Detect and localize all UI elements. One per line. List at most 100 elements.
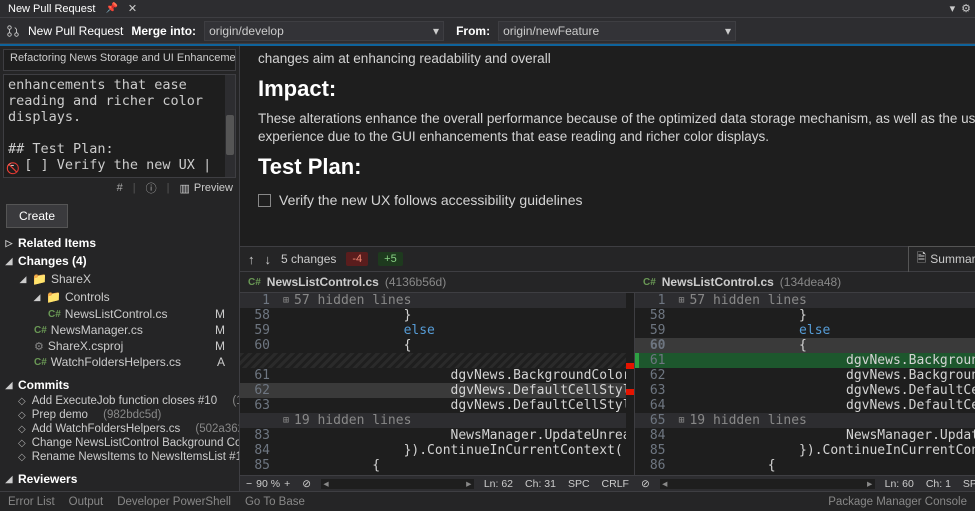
tab-error-list[interactable]: Error List xyxy=(8,496,55,508)
commit-row[interactable]: ◇Add ExecuteJob function closes #10 (134… xyxy=(0,394,239,408)
create-button[interactable]: Create xyxy=(6,204,68,228)
deletions-badge: -4 xyxy=(346,252,368,266)
chevron-down-icon[interactable]: ◢ xyxy=(4,256,14,267)
tab-powershell[interactable]: Developer PowerShell xyxy=(117,496,231,508)
commit-icon: ◇ xyxy=(18,410,26,421)
fold-icon[interactable]: ⊞ xyxy=(673,293,689,308)
diff-right-filename: NewsListControl.cs xyxy=(662,275,774,289)
commit-icon: ◇ xyxy=(18,438,26,449)
reviewers-header[interactable]: ◢Reviewers xyxy=(0,470,239,488)
related-items-header[interactable]: ▷Related Items xyxy=(0,234,239,252)
file-row[interactable]: C#NewsManager.csM xyxy=(0,322,239,338)
indent-indicator[interactable]: SPC xyxy=(957,478,975,490)
commit-icon: ◇ xyxy=(18,452,26,463)
new-pr-label: New Pull Request xyxy=(28,24,123,38)
checkbox[interactable] xyxy=(258,194,271,207)
chevron-down-icon[interactable]: ◢ xyxy=(18,274,28,285)
additions-badge: +5 xyxy=(378,252,403,266)
line-indicator[interactable]: Ln: 60 xyxy=(879,478,920,490)
side-tree: ▷Related Items ◢Changes (4) ◢📁ShareX ◢📁C… xyxy=(0,234,239,491)
commit-row[interactable]: ◇Change NewsListControl Background Color… xyxy=(0,436,239,450)
fold-icon[interactable]: ⊞ xyxy=(278,293,294,308)
preview-paragraph: changes aim at enhancing readability and… xyxy=(258,50,975,68)
from-select[interactable]: origin/newFeature ▾ xyxy=(498,21,736,41)
chevron-down-icon[interactable]: ◢ xyxy=(4,380,14,391)
chevron-down-icon[interactable]: ◢ xyxy=(32,292,42,303)
scrollbar[interactable] xyxy=(225,75,235,177)
csharp-icon: C# xyxy=(48,309,61,320)
file-row[interactable]: C#WatchFoldersHelpers.csA xyxy=(0,354,239,370)
checklist-item: Verify the new UX follows accessibility … xyxy=(258,192,975,208)
tab-output[interactable]: Output xyxy=(69,496,104,508)
gear-icon[interactable]: ⚙ xyxy=(961,2,971,15)
window-titlebar: New Pull Request 📌 ✕ ▾ ⚙ xyxy=(0,0,975,18)
indent-indicator[interactable]: SPC xyxy=(562,478,596,490)
error-icon[interactable]: ⊘ xyxy=(635,478,656,490)
file-row[interactable]: C#NewsListControl.csM xyxy=(0,306,239,322)
from-value: origin/newFeature xyxy=(503,24,599,38)
chevron-down-icon[interactable]: ◢ xyxy=(4,474,14,485)
diff-body: 1⊞57 hidden lines 58 } 59 elseelse 60 { … xyxy=(240,293,975,475)
diff-right-hash: (134dea48) xyxy=(780,275,841,289)
preview-toggle[interactable]: ▥ Preview xyxy=(179,182,233,195)
diff-right-pane[interactable]: 1⊞57 hidden lines 58 } 59 else 60 { 61 d… xyxy=(635,293,975,475)
changes-header[interactable]: ◢Changes (4) xyxy=(0,252,239,270)
document-icon: 🗎 xyxy=(917,249,927,270)
file-status: M xyxy=(215,323,235,337)
horizontal-scrollbar[interactable]: ◂▸ xyxy=(660,479,875,489)
pr-description-textarea[interactable]: enhancements that ease reading and riche… xyxy=(3,74,236,178)
pull-request-icon xyxy=(6,24,20,38)
tab-go-to-base[interactable]: Go To Base xyxy=(245,496,305,508)
hash-icon[interactable]: # xyxy=(117,182,123,194)
fold-icon[interactable]: ⊞ xyxy=(673,413,689,428)
chevron-down-icon: ▾ xyxy=(433,24,439,38)
folder-icon: 📁 xyxy=(32,272,47,286)
description-toolbar: #| ⓘ| ▥ Preview xyxy=(0,178,239,198)
folder-sharex[interactable]: ◢📁ShareX xyxy=(0,270,239,288)
error-icon[interactable]: ⊘ xyxy=(296,478,317,490)
line-indicator[interactable]: Ln: 62 xyxy=(478,478,519,490)
fold-icon[interactable]: ⊞ xyxy=(278,413,294,428)
commits-header[interactable]: ◢Commits xyxy=(0,376,239,394)
chevron-right-icon[interactable]: ▷ xyxy=(4,238,14,249)
impact-heading: Impact: xyxy=(258,76,975,102)
merge-into-select[interactable]: origin/develop ▾ xyxy=(204,21,444,41)
zoom-control[interactable]: −90 %+ xyxy=(240,478,296,490)
changes-count: 5 changes xyxy=(281,252,336,266)
commit-row[interactable]: ◇Add WatchFoldersHelpers.cs (502a3629) xyxy=(0,422,239,436)
markdown-preview: changes aim at enhancing readability and… xyxy=(240,46,975,246)
commit-row[interactable]: ◇Prep demo (982bdc5d) xyxy=(0,408,239,422)
col-indicator[interactable]: Ch: 1 xyxy=(920,478,957,490)
chevron-down-icon: ▾ xyxy=(725,24,731,38)
spellcheck-icon[interactable]: 🚫 xyxy=(6,161,20,177)
eol-indicator[interactable]: CRLF xyxy=(596,478,635,490)
file-status: M xyxy=(215,307,235,321)
diff-left-pane[interactable]: 1⊞57 hidden lines 58 } 59 elseelse 60 { … xyxy=(240,293,635,475)
commit-icon: ◇ xyxy=(18,424,26,435)
prev-change-icon[interactable]: ↑ xyxy=(248,252,255,267)
preview-icon: ▥ xyxy=(179,182,189,195)
folder-controls[interactable]: ◢📁Controls xyxy=(0,288,239,306)
diff-left-filename: NewsListControl.cs xyxy=(267,275,379,289)
diff-file-header: C# NewsListControl.cs (4136b56d) C# News… xyxy=(240,272,975,293)
close-icon[interactable]: ✕ xyxy=(124,2,141,15)
commit-icon: ◇ xyxy=(18,396,26,407)
tab-package-console[interactable]: Package Manager Console xyxy=(828,496,967,508)
file-status: A xyxy=(217,355,235,369)
dropdown-icon[interactable]: ▾ xyxy=(950,2,956,15)
pr-title-input[interactable]: Refactoring News Storage and UI Enhancem… xyxy=(3,49,236,71)
add-marker xyxy=(635,353,639,368)
horizontal-scrollbar[interactable]: ◂▸ xyxy=(321,479,474,489)
col-indicator[interactable]: Ch: 31 xyxy=(519,478,562,490)
summary-button[interactable]: 🗎 Summary xyxy=(908,246,975,273)
testplan-heading: Test Plan: xyxy=(258,154,975,180)
file-row[interactable]: ⚙ShareX.csprojM xyxy=(0,338,239,354)
overview-ruler[interactable] xyxy=(626,293,634,475)
info-icon[interactable]: ⓘ xyxy=(146,180,157,196)
next-change-icon[interactable]: ↓ xyxy=(265,252,272,267)
commit-row[interactable]: ◇Rename NewsItems to NewsItemsList #19 (… xyxy=(0,450,239,464)
tab-title: New Pull Request xyxy=(4,1,99,17)
pin-icon[interactable]: 📌 xyxy=(105,3,117,14)
csharp-icon: C# xyxy=(34,357,47,368)
pr-toolbar: New Pull Request Merge into: origin/deve… xyxy=(0,18,975,44)
